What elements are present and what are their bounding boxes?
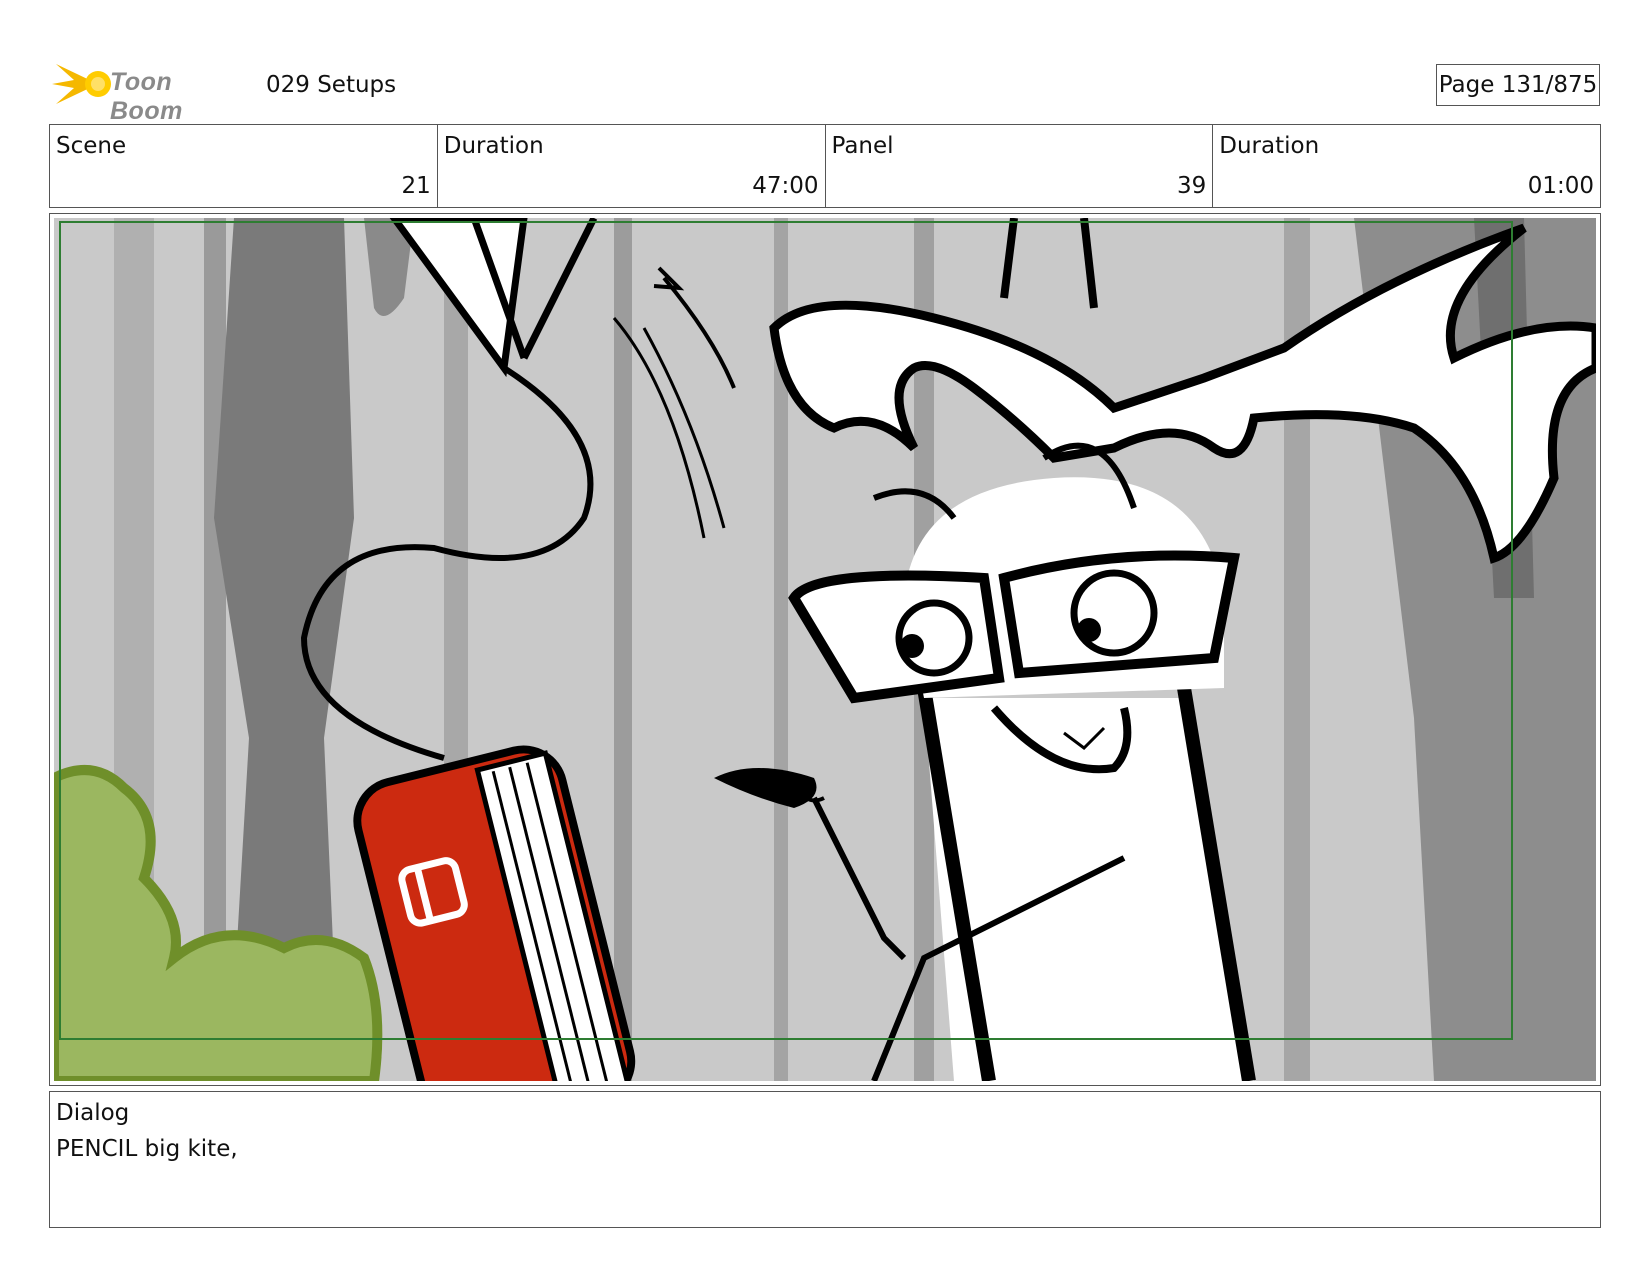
panel-duration-value: 01:00 bbox=[1527, 173, 1594, 199]
toon-boom-logo: Toon Boom bbox=[52, 58, 252, 125]
logo-burst-icon bbox=[52, 64, 111, 104]
storyboard-drawing-icon bbox=[54, 218, 1596, 1081]
page-title: 029 Setups bbox=[266, 72, 397, 98]
dialog-text: PENCIL big kite, bbox=[56, 1136, 238, 1162]
panel-cell: Panel 39 bbox=[826, 125, 1214, 207]
panel-value: 39 bbox=[1176, 173, 1207, 199]
scene-value: 21 bbox=[401, 173, 431, 199]
scene-label: Scene bbox=[56, 133, 127, 159]
page-number: Page 131/875 bbox=[1436, 64, 1600, 106]
scene-info-row: Scene 21 Duration 47:00 Panel 39 Duratio… bbox=[49, 124, 1601, 208]
dialog-box: Dialog PENCIL big kite, bbox=[49, 1091, 1601, 1228]
scene-duration-cell: Duration 47:00 bbox=[438, 125, 826, 207]
storyboard-panel bbox=[49, 213, 1601, 1086]
scene-cell: Scene 21 bbox=[50, 125, 438, 207]
panel-duration-label: Duration bbox=[1219, 133, 1320, 159]
scene-duration-label: Duration bbox=[443, 133, 544, 159]
scene-duration-value: 47:00 bbox=[752, 173, 819, 199]
dialog-label: Dialog bbox=[56, 1100, 130, 1126]
logo-text: Toon Boom bbox=[110, 68, 183, 125]
panel-duration-cell: Duration 01:00 bbox=[1213, 125, 1600, 207]
panel-label: Panel bbox=[831, 133, 894, 159]
